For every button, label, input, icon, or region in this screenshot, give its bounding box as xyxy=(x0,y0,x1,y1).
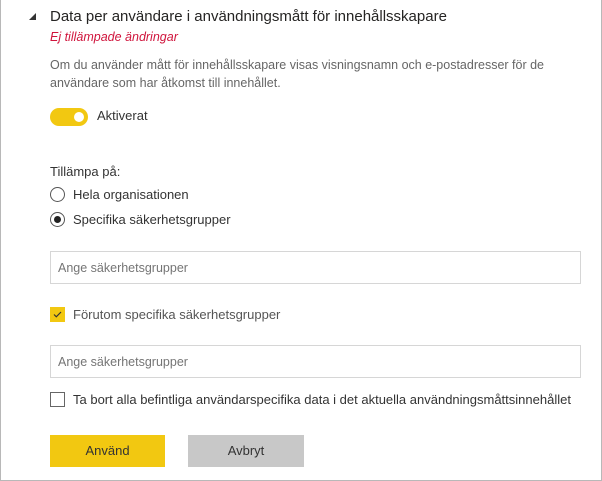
except-groups-checkbox[interactable] xyxy=(50,307,65,322)
delete-data-checkbox[interactable] xyxy=(50,392,65,407)
radio-label: Hela organisationen xyxy=(73,187,189,202)
radio-entire-organization[interactable] xyxy=(50,187,65,202)
cancel-button[interactable]: Avbryt xyxy=(188,435,304,467)
radio-label: Specifika säkerhetsgrupper xyxy=(73,212,231,227)
apply-button[interactable]: Använd xyxy=(50,435,165,467)
section-description: Om du använder mått för innehållsskapare… xyxy=(50,58,545,90)
apply-to-label: Tillämpa på: xyxy=(50,164,121,179)
radio-specific-groups[interactable] xyxy=(50,212,65,227)
unsaved-changes-label: Ej tillämpade ändringar xyxy=(50,30,178,44)
checkmark-icon xyxy=(53,311,62,318)
enabled-toggle[interactable] xyxy=(50,108,88,126)
except-groups-input[interactable] xyxy=(50,345,581,378)
collapse-triangle-icon[interactable] xyxy=(29,13,36,20)
section-title: Data per användare i användningsmått för… xyxy=(50,8,447,25)
security-groups-input[interactable] xyxy=(50,251,581,284)
checkbox-label: Förutom specifika säkerhetsgrupper xyxy=(73,307,281,322)
checkbox-label: Ta bort alla befintliga användarspecifik… xyxy=(73,392,571,407)
toggle-label: Aktiverat xyxy=(97,108,148,123)
